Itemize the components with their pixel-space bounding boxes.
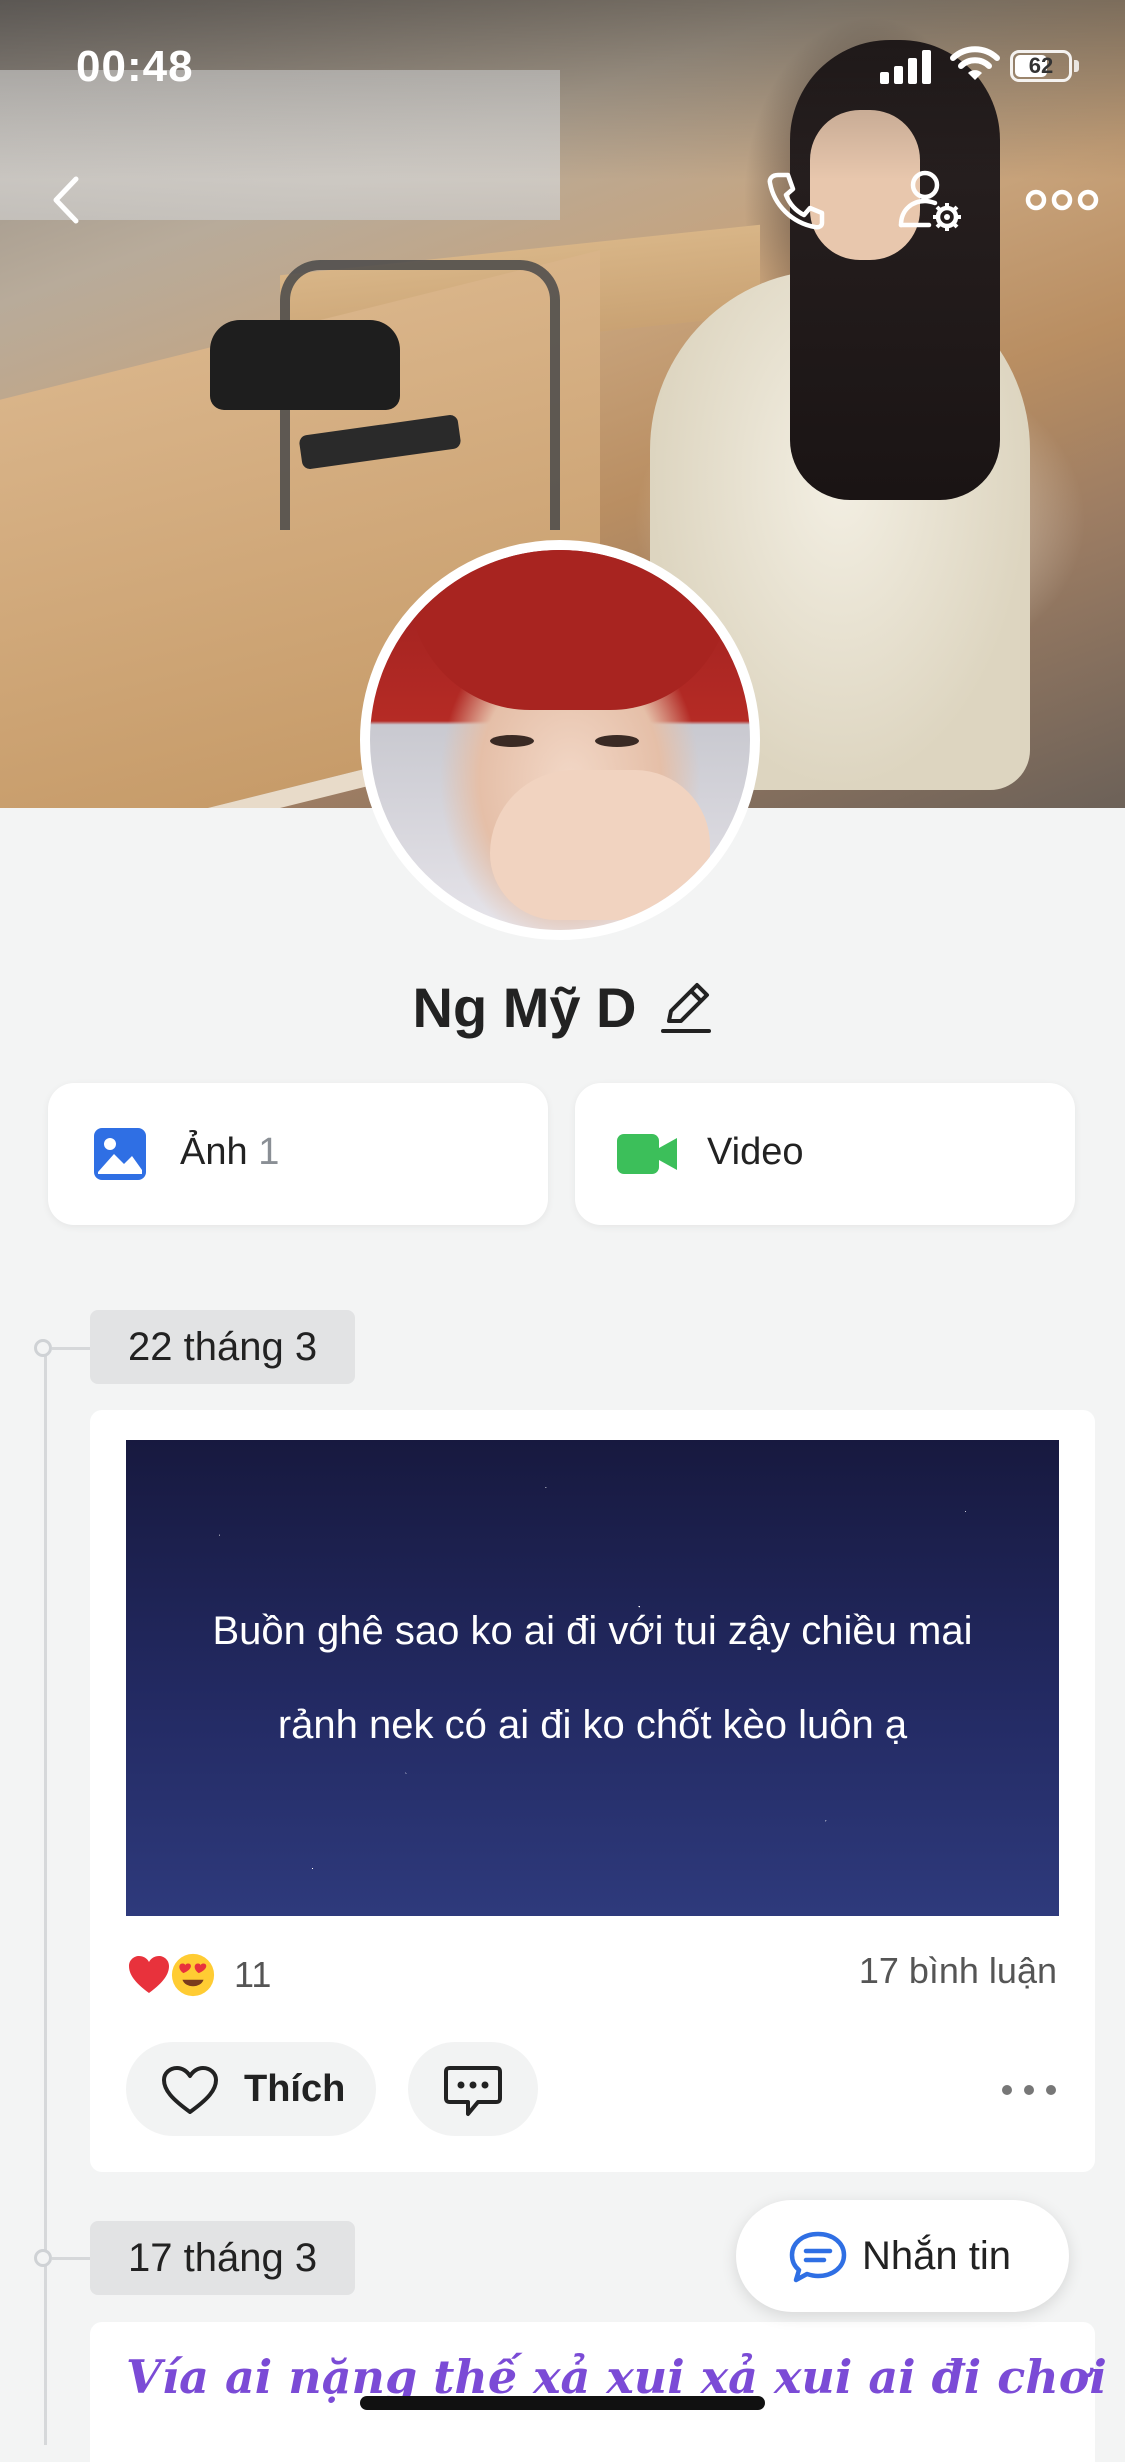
comment-icon <box>444 2066 502 2116</box>
message-label: Nhắn tin <box>862 2234 1011 2278</box>
battery-icon: 62 <box>1010 50 1072 82</box>
image-icon <box>94 1128 146 1180</box>
more-horizontal-icon[interactable] <box>1022 165 1102 235</box>
post-text-card[interactable]: Buồn ghê sao ko ai đi với tui zậy chiều … <box>126 1440 1059 1916</box>
comment-count[interactable]: 17 bình luận <box>859 1950 1057 1992</box>
wifi-icon <box>950 46 1000 80</box>
cover-bag <box>210 320 400 410</box>
timeline-post: Vía ai nặng thế xả xui xả xui ai đi chơi <box>90 2322 1107 2462</box>
avatar-hand <box>490 770 710 920</box>
reaction-summary[interactable]: 11 <box>126 1945 271 2005</box>
heart-reaction-icon <box>126 1952 172 1998</box>
timeline-connector <box>52 1347 90 1350</box>
status-bar: 00:48 62 <box>0 0 1125 130</box>
heart-eyes-reaction-icon <box>170 1952 216 1998</box>
post-more-icon[interactable] <box>999 2070 1059 2110</box>
timeline-dot <box>34 1339 52 1357</box>
avatar-eye-left <box>490 735 534 747</box>
reaction-count: 11 <box>234 1954 272 1995</box>
avatar-eye-right <box>595 735 639 747</box>
timeline-connector <box>52 2257 90 2260</box>
avatar[interactable] <box>360 540 760 940</box>
battery-level: 62 <box>1028 53 1054 78</box>
like-button[interactable]: Thích <box>126 2042 376 2136</box>
pencil-icon[interactable] <box>659 981 713 1035</box>
home-indicator <box>360 2396 765 2410</box>
photos-count: 1 <box>258 1131 280 1173</box>
timeline-dot <box>34 2249 52 2267</box>
user-settings-icon[interactable] <box>895 165 965 235</box>
avatar-hair <box>410 550 730 710</box>
chat-bubble-icon <box>789 2231 847 2283</box>
cellular-signal-icon <box>880 48 936 84</box>
battery-cap <box>1074 60 1079 72</box>
profile-name-row: Ng Mỹ D <box>0 975 1125 1040</box>
photos-card[interactable]: Ảnh 1 <box>48 1083 548 1225</box>
comment-button[interactable] <box>408 2042 538 2136</box>
video-label: Video <box>707 1131 804 1173</box>
timeline-line <box>44 1345 47 2445</box>
like-label: Thích <box>244 2068 346 2110</box>
heart-outline-icon <box>162 2066 218 2114</box>
video-camera-icon <box>617 1134 677 1174</box>
date-chip: 17 tháng 3 <box>90 2221 356 2295</box>
photos-label: Ảnh 1 <box>180 1131 279 1174</box>
date-chip: 22 tháng 3 <box>90 1310 356 1384</box>
profile-name: Ng Mỹ D <box>412 976 637 1039</box>
video-card[interactable]: Video <box>575 1083 1075 1225</box>
phone-icon[interactable] <box>760 165 830 235</box>
chevron-left-icon[interactable] <box>32 165 102 235</box>
message-button[interactable]: Nhắn tin <box>736 2200 1069 2312</box>
timeline-post: Buồn ghê sao ko ai đi với tui zậy chiều … <box>90 1410 1095 2172</box>
post-text: Buồn ghê sao ko ai đi với tui zậy chiều … <box>212 1609 973 1747</box>
photos-label-text: Ảnh <box>180 1131 248 1173</box>
status-time: 00:48 <box>76 42 194 91</box>
